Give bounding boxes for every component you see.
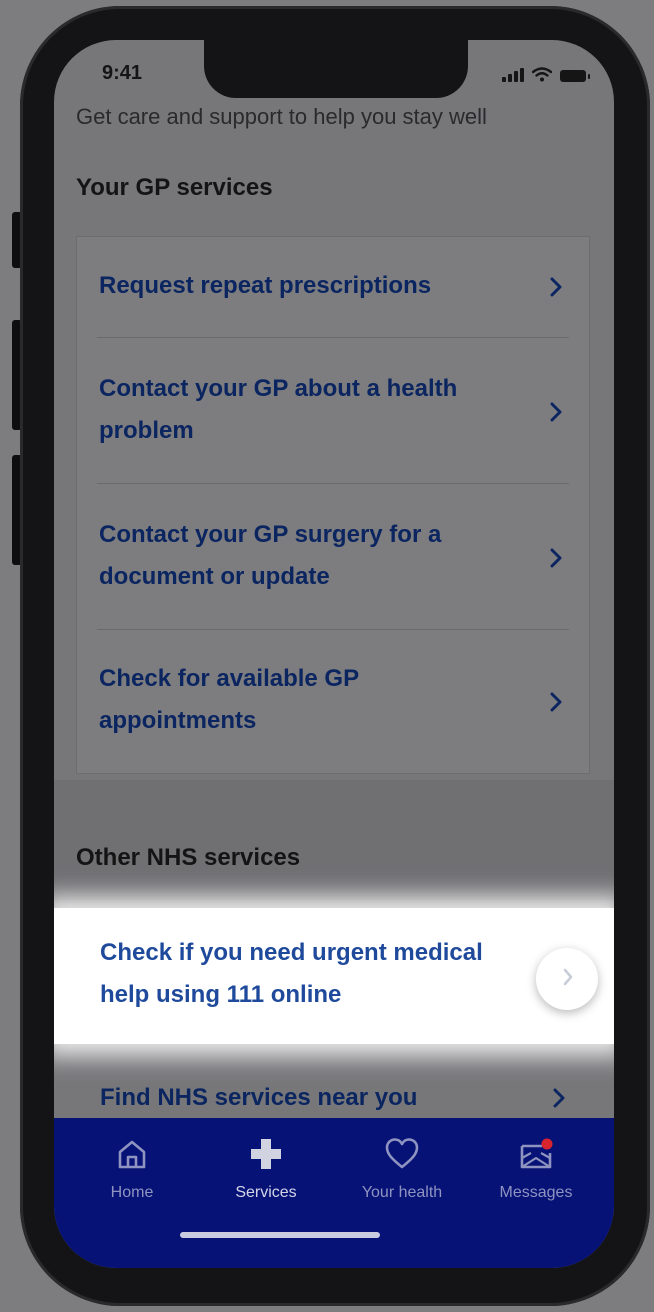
other-item-label: Find NHS services near you bbox=[100, 1084, 418, 1111]
other-item-label: Check if you need urgent medical help us… bbox=[100, 939, 483, 1008]
heart-icon bbox=[385, 1138, 419, 1169]
chevron-right-icon bbox=[550, 402, 562, 422]
tab-services[interactable]: Services bbox=[196, 1136, 336, 1216]
chevron-right-icon bbox=[550, 277, 562, 297]
gp-item-label: Contact your GP surgery for a document o… bbox=[99, 521, 442, 590]
tab-label: Your health bbox=[361, 1184, 443, 1201]
gp-item-document-update[interactable]: Contact your GP surgery for a document o… bbox=[77, 484, 589, 629]
camera-notch bbox=[204, 40, 468, 98]
status-icons bbox=[502, 64, 590, 82]
chevron-right-icon bbox=[563, 968, 573, 986]
chevron-right-icon bbox=[553, 1088, 565, 1108]
other-services-heading: Other NHS services bbox=[76, 844, 301, 871]
gp-item-appointments[interactable]: Check for available GP appointments bbox=[77, 630, 589, 774]
plus-icon bbox=[251, 1139, 281, 1169]
envelope-icon bbox=[520, 1138, 553, 1169]
gp-services-heading: Your GP services bbox=[76, 174, 273, 201]
home-indicator[interactable] bbox=[180, 1232, 380, 1238]
chevron-right-icon bbox=[550, 548, 562, 568]
chevron-right-icon bbox=[550, 692, 562, 712]
other-item-111-online[interactable]: Check if you need urgent medical help us… bbox=[54, 908, 614, 1044]
gp-item-contact-health-problem[interactable]: Contact your GP about a health problem bbox=[77, 338, 589, 483]
tab-label: Messages bbox=[499, 1184, 573, 1201]
gp-item-label: Contact your GP about a health problem bbox=[99, 375, 458, 444]
tab-messages[interactable]: Messages bbox=[466, 1136, 606, 1216]
tab-label: Services bbox=[235, 1184, 297, 1201]
wifi-icon bbox=[532, 67, 552, 82]
tab-your-health[interactable]: Your health bbox=[332, 1136, 472, 1216]
bottom-tab-bar: Home Services Your health Messages bbox=[54, 1118, 614, 1268]
page-subtitle: Get care and support to help you stay we… bbox=[76, 104, 487, 129]
battery-icon bbox=[560, 70, 590, 82]
gp-item-label: Check for available GP appointments bbox=[99, 665, 359, 734]
gp-item-repeat-prescriptions[interactable]: Request repeat prescriptions bbox=[77, 237, 589, 337]
phone-screen: Get care and support to help you stay we… bbox=[54, 40, 614, 1268]
screenshot-stage: Get care and support to help you stay we… bbox=[0, 0, 654, 1312]
home-icon bbox=[118, 1140, 146, 1169]
gp-item-label: Request repeat prescriptions bbox=[99, 272, 432, 299]
status-time: 9:41 bbox=[102, 62, 143, 84]
notification-dot bbox=[541, 1138, 553, 1150]
gp-services-card: Request repeat prescriptions Contact you… bbox=[76, 236, 590, 774]
tab-home[interactable]: Home bbox=[62, 1136, 202, 1216]
tab-label: Home bbox=[110, 1184, 154, 1201]
section-spacer bbox=[54, 780, 614, 900]
signal-icon bbox=[502, 68, 524, 82]
services-scroll-view[interactable]: Get care and support to help you stay we… bbox=[54, 40, 614, 1268]
touch-indicator bbox=[536, 948, 598, 1010]
